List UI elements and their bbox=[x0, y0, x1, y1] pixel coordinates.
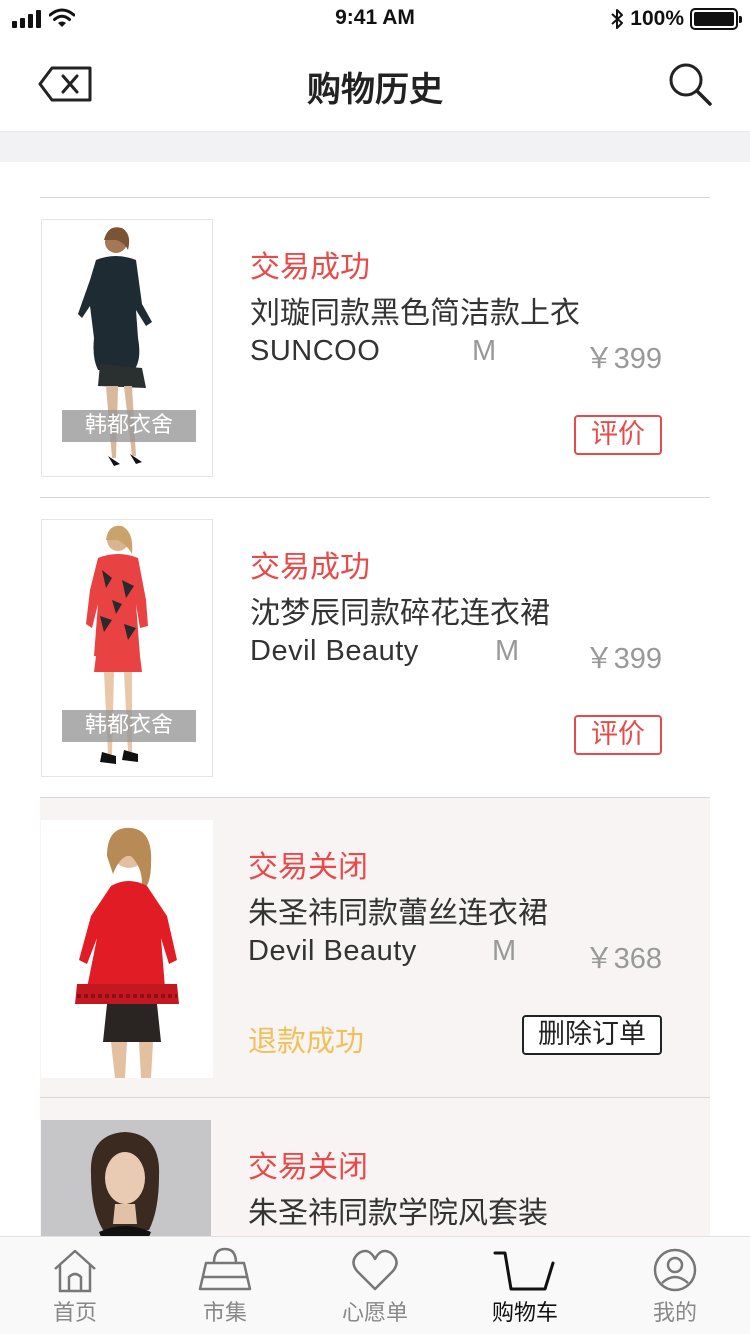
tab-market[interactable]: 市集 bbox=[150, 1237, 300, 1334]
order-status: 交易成功 bbox=[250, 550, 370, 585]
tab-label: 购物车 bbox=[491, 1301, 558, 1326]
product-brand: Devil Beauty bbox=[248, 935, 417, 967]
delete-order-button[interactable]: 删除订单 bbox=[522, 1015, 662, 1055]
tab-label: 首页 bbox=[52, 1301, 97, 1326]
product-image[interactable]: 韩都衣舍 bbox=[41, 219, 213, 477]
tab-cart[interactable]: 购物车 bbox=[450, 1237, 600, 1334]
search-icon bbox=[669, 63, 712, 106]
product-size: M bbox=[492, 935, 517, 967]
tab-label: 心愿单 bbox=[341, 1301, 408, 1326]
product-price: ￥399 bbox=[584, 643, 662, 675]
order-status: 交易成功 bbox=[250, 250, 370, 285]
order-item[interactable]: 韩都衣舍 交易成功 沈梦辰同款碎花连衣裙 Devil Beauty M ￥399… bbox=[40, 497, 710, 797]
tab-label: 市集 bbox=[202, 1301, 247, 1326]
user-icon bbox=[653, 1248, 697, 1292]
product-price: ￥399 bbox=[584, 343, 662, 375]
order-item[interactable]: 韩都衣舍 交易成功 刘璇同款黑色简洁款上衣 SUNCOO M ￥399 评价 bbox=[40, 197, 710, 497]
cart-icon bbox=[493, 1251, 555, 1291]
order-item[interactable]: 交易关闭 朱圣祎同款蕾丝连衣裙 Devil Beauty M ￥368 退款成功… bbox=[40, 797, 710, 1097]
product-name: 朱圣祎同款学院风套装 bbox=[248, 1196, 548, 1231]
nav-bar: 购物历史 bbox=[0, 40, 750, 132]
search-button[interactable] bbox=[666, 60, 714, 108]
order-status: 交易关闭 bbox=[248, 850, 368, 885]
tab-profile[interactable]: 我的 bbox=[600, 1237, 750, 1334]
product-image[interactable]: 韩都衣舍 bbox=[41, 519, 213, 777]
product-brand: SUNCOO bbox=[250, 335, 381, 367]
product-size: M bbox=[495, 635, 520, 667]
bluetooth-icon bbox=[611, 9, 624, 29]
product-name: 朱圣祎同款蕾丝连衣裙 bbox=[248, 896, 548, 931]
home-icon bbox=[54, 1249, 96, 1293]
tab-bar: 首页 市集 心愿单 购物车 我的 bbox=[0, 1236, 750, 1334]
battery-icon bbox=[690, 8, 742, 30]
model-figure bbox=[75, 827, 179, 1078]
order-status: 交易关闭 bbox=[248, 1150, 368, 1185]
product-image[interactable] bbox=[41, 820, 213, 1078]
page-title: 购物历史 bbox=[307, 70, 443, 110]
product-size: M bbox=[472, 335, 497, 367]
product-brand: Devil Beauty bbox=[250, 635, 419, 667]
shopping-bag-icon bbox=[198, 1247, 252, 1291]
status-bar: 9:41 AM 100% bbox=[0, 0, 750, 40]
status-right: 100% bbox=[610, 7, 742, 31]
product-price: ￥368 bbox=[584, 943, 662, 975]
review-button[interactable]: 评价 bbox=[574, 415, 662, 455]
shop-tag: 韩都衣舍 bbox=[62, 410, 196, 442]
refund-status: 退款成功 bbox=[248, 1024, 365, 1058]
battery-percent: 100% bbox=[630, 7, 684, 30]
review-button[interactable]: 评价 bbox=[574, 715, 662, 755]
product-name: 刘璇同款黑色简洁款上衣 bbox=[250, 296, 580, 331]
product-name: 沈梦辰同款碎花连衣裙 bbox=[250, 596, 550, 631]
order-list: 韩都衣舍 交易成功 刘璇同款黑色简洁款上衣 SUNCOO M ￥399 评价 韩… bbox=[40, 197, 710, 1334]
tab-home[interactable]: 首页 bbox=[0, 1237, 150, 1334]
tab-label: 我的 bbox=[652, 1301, 697, 1326]
shop-tag: 韩都衣舍 bbox=[62, 710, 196, 742]
tab-wishlist[interactable]: 心愿单 bbox=[300, 1237, 450, 1334]
header-separator bbox=[0, 132, 750, 162]
heart-icon bbox=[352, 1249, 398, 1291]
battery-level bbox=[694, 12, 734, 26]
